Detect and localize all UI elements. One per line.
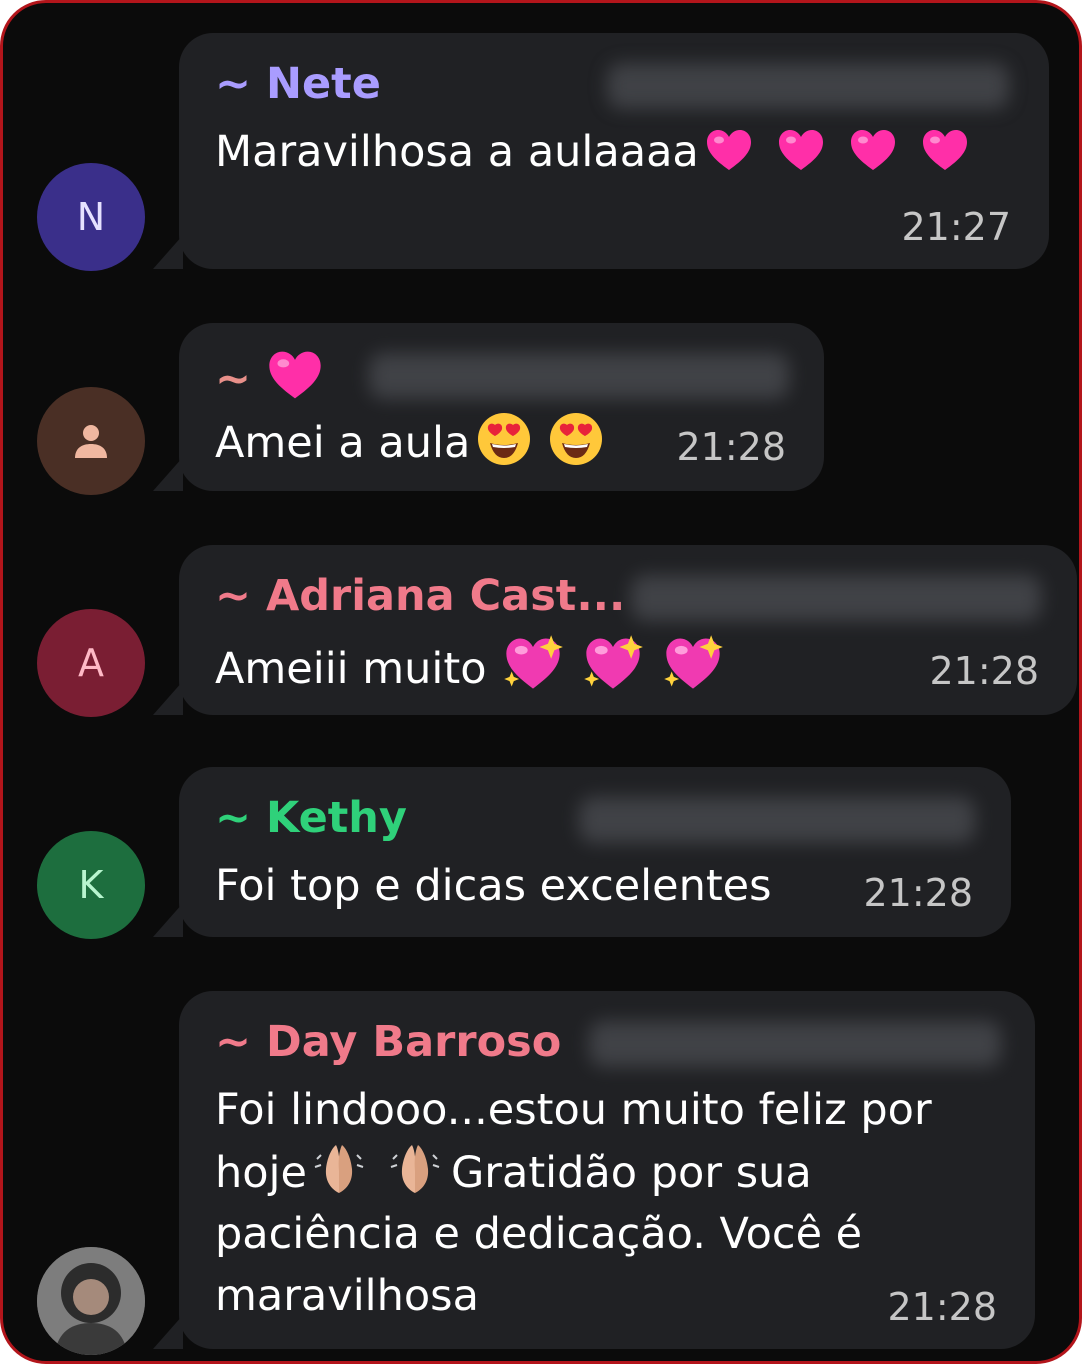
sparkling-heart-icon [581, 633, 645, 693]
message-text-line: Foi lindooo...estou muito feliz por [215, 1085, 932, 1135]
message-text-content: Amei a aula [215, 418, 471, 468]
avatar-letter: N [76, 195, 106, 239]
message-bubble[interactable]: ~ Amei a aula 21:28 [153, 323, 824, 491]
message-text-content: Ameiii muito [215, 644, 487, 694]
growing-heart-icon [267, 349, 323, 401]
bubble-tail [153, 903, 183, 937]
sparkling-heart-icon [501, 633, 565, 693]
pink-heart-icon [705, 128, 753, 172]
heart-eyes-face-icon [476, 411, 532, 467]
message-text-content: Gratidão por sua [450, 1148, 812, 1198]
message-time: 21:28 [863, 871, 973, 915]
message-text-line: hoje Gratidão por sua [215, 1141, 812, 1204]
sender-name[interactable]: ~ Day Barroso [215, 1017, 561, 1067]
sender-name-text: ~ [215, 354, 252, 404]
message-bubble[interactable]: ~ Nete Maravilhosa a aulaaaa 21:27 [153, 33, 1049, 269]
avatar[interactable]: N [37, 163, 145, 271]
profile-photo-icon [37, 1247, 145, 1355]
message-time: 21:27 [901, 205, 1011, 249]
chat-window: N ~ Nete Maravilhosa a aulaaaa 21:27 ~ A… [0, 0, 1082, 1364]
message-text: Amei a aula [215, 411, 612, 474]
blurred-phone-number [589, 1021, 1001, 1067]
sender-name[interactable]: ~ Adriana Cast... [215, 571, 625, 621]
message-text-line: paciência e dedicação. Você é [215, 1209, 863, 1259]
avatar[interactable] [37, 1247, 145, 1355]
message-bubble[interactable]: ~ Kethy Foi top e dicas excelentes 21:28 [153, 767, 1011, 937]
blurred-phone-number [369, 353, 789, 399]
message-time: 21:28 [929, 649, 1039, 693]
message-bubble[interactable]: ~ Adriana Cast... Ameiii muito 21:28 [153, 545, 1077, 715]
sender-name[interactable]: ~ Nete [215, 59, 381, 109]
message-text: Ameiii muito [215, 633, 733, 700]
bubble-tail [153, 235, 183, 269]
sender-name[interactable]: ~ Kethy [215, 793, 407, 843]
message-bubble[interactable]: ~ Day Barroso Foi lindooo...estou muito … [153, 991, 1035, 1349]
pink-heart-icon [777, 128, 825, 172]
message-time: 21:28 [887, 1285, 997, 1329]
message-text-content: hoje [215, 1148, 307, 1198]
avatar-letter: K [78, 863, 104, 907]
avatar-letter: A [78, 641, 104, 685]
person-icon [75, 425, 107, 458]
folded-hands-icon [385, 1141, 445, 1197]
bubble-tail [153, 1315, 183, 1349]
avatar[interactable] [37, 387, 145, 495]
pink-heart-icon [921, 128, 969, 172]
avatar[interactable]: A [37, 609, 145, 717]
bubble-tail [153, 681, 183, 715]
blurred-phone-number [579, 797, 975, 843]
message-time: 21:28 [676, 425, 786, 469]
avatar[interactable]: K [37, 831, 145, 939]
sparkling-heart-icon [661, 633, 725, 693]
bubble-tail [153, 457, 183, 491]
message-text-line: maravilhosa [215, 1271, 479, 1321]
message-text: Maravilhosa a aulaaaa [215, 121, 981, 183]
blurred-phone-number [607, 63, 1009, 109]
sender-name[interactable]: ~ [215, 349, 335, 404]
message-text-content: Maravilhosa a aulaaaa [215, 127, 699, 177]
heart-eyes-face-icon [548, 411, 604, 467]
pink-heart-icon [849, 128, 897, 172]
message-text: Foi top e dicas excelentes [215, 861, 772, 911]
blurred-phone-number [631, 575, 1041, 621]
folded-hands-icon [309, 1141, 369, 1197]
